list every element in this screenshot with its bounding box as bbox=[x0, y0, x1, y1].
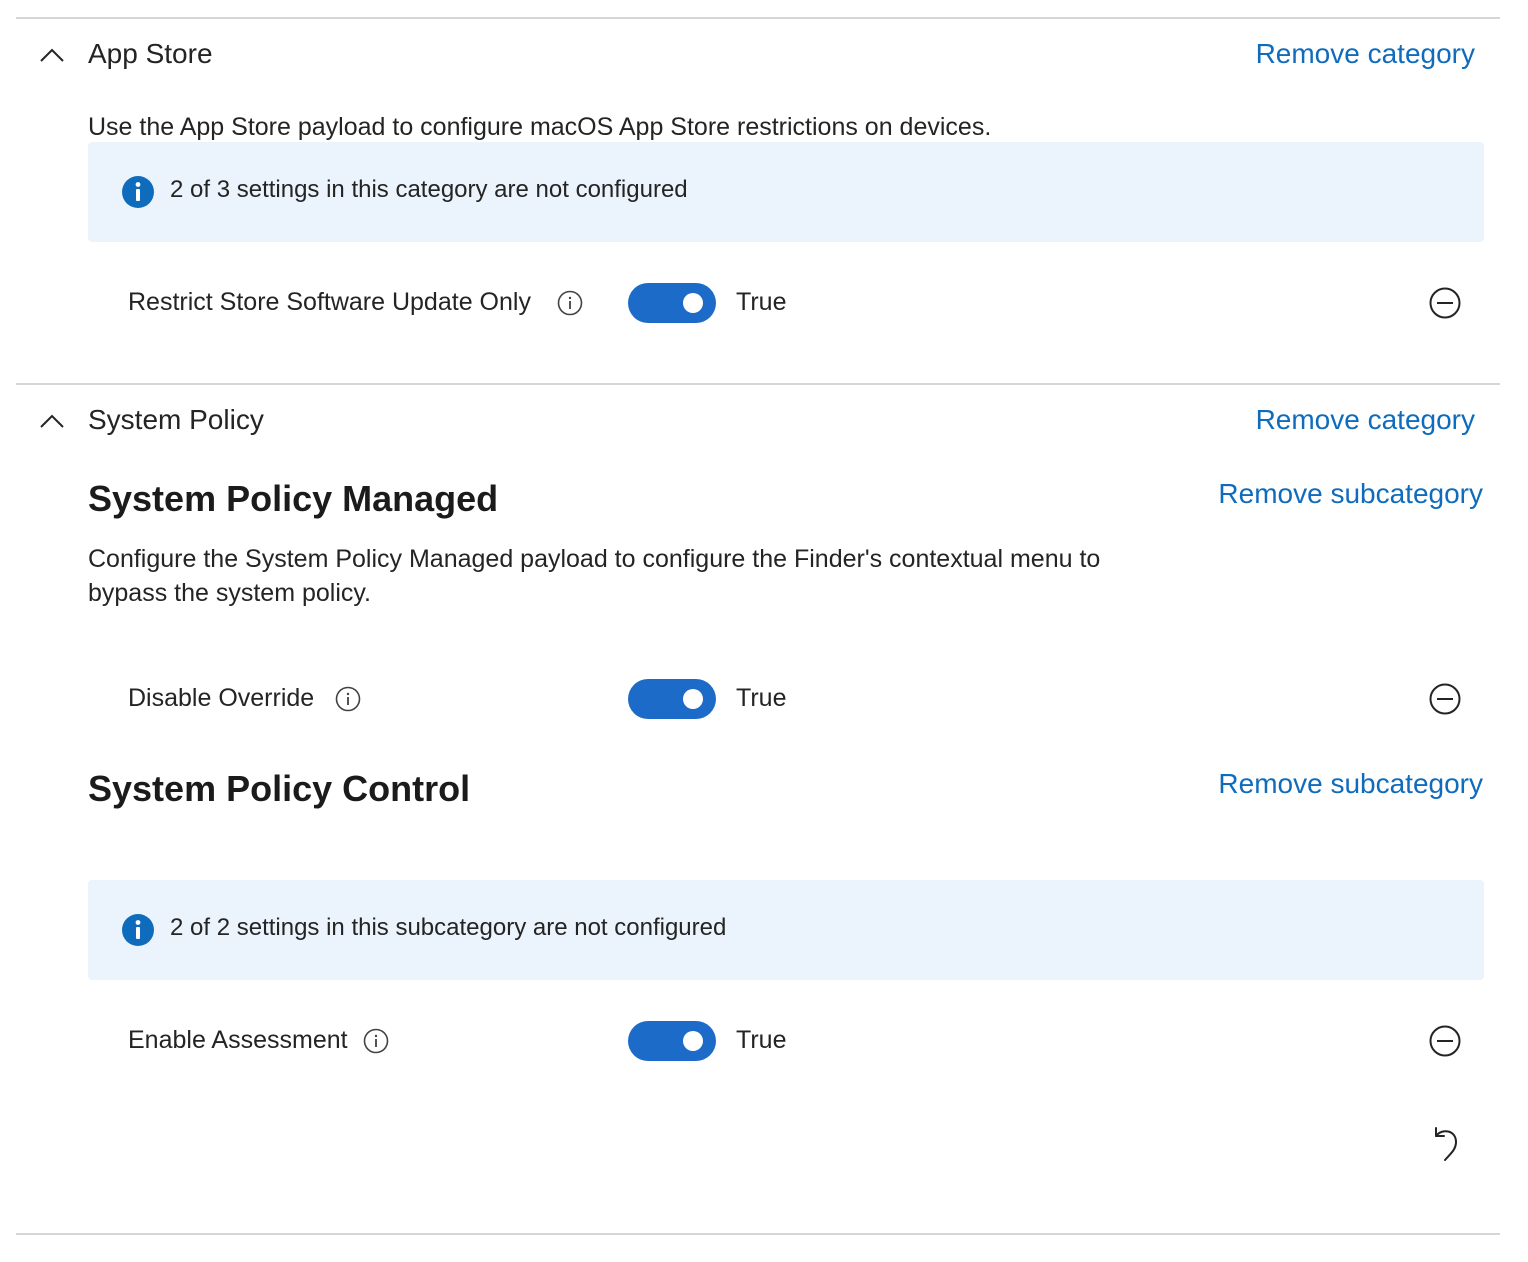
subcategory-description: Configure the System Policy Managed payl… bbox=[88, 545, 1101, 607]
chevron-up-icon[interactable] bbox=[38, 412, 66, 430]
toggle-switch[interactable] bbox=[628, 679, 716, 719]
category-title: App Store bbox=[88, 38, 213, 69]
setting-row-enable-assessment: Enable Assessment True bbox=[0, 1018, 1528, 1068]
remove-subcategory-link[interactable]: Remove subcategory bbox=[1218, 768, 1483, 800]
info-icon bbox=[122, 914, 154, 946]
subcategory-title: System Policy Managed bbox=[88, 478, 499, 519]
toggle-value: True bbox=[736, 684, 787, 712]
info-circle-icon[interactable] bbox=[557, 290, 583, 316]
category-description: Use the App Store payload to configure m… bbox=[88, 113, 992, 141]
remove-category-link[interactable]: Remove category bbox=[1256, 404, 1475, 436]
setting-label: Disable Override bbox=[128, 684, 315, 712]
chevron-up-icon[interactable] bbox=[38, 46, 66, 64]
setting-row-restrict-store-software-update-only: Restrict Store Software Update Only True bbox=[0, 280, 1528, 330]
setting-row-disable-override: Disable Override True bbox=[0, 676, 1528, 726]
undo-icon[interactable] bbox=[1428, 1124, 1462, 1164]
info-circle-icon[interactable] bbox=[363, 1028, 389, 1054]
minus-circle-icon[interactable] bbox=[1428, 682, 1462, 716]
minus-circle-icon[interactable] bbox=[1428, 286, 1462, 320]
info-text: 2 of 3 settings in this category are not… bbox=[170, 176, 688, 203]
toggle-value: True bbox=[736, 288, 787, 316]
setting-label: Restrict Store Software Update Only bbox=[128, 288, 531, 316]
info-icon bbox=[122, 176, 154, 208]
toggle-knob bbox=[683, 689, 703, 709]
remove-subcategory-link[interactable]: Remove subcategory bbox=[1218, 478, 1483, 510]
toggle-knob bbox=[683, 293, 703, 313]
info-bar: 2 of 3 settings in this category are not… bbox=[88, 142, 1484, 242]
section-divider bbox=[16, 17, 1500, 19]
info-circle-icon[interactable] bbox=[335, 686, 361, 712]
section-divider bbox=[16, 1233, 1500, 1235]
info-text: 2 of 2 settings in this subcategory are … bbox=[170, 914, 727, 941]
remove-category-link[interactable]: Remove category bbox=[1256, 38, 1475, 70]
minus-circle-icon[interactable] bbox=[1428, 1024, 1462, 1058]
toggle-switch[interactable] bbox=[628, 1021, 716, 1061]
toggle-knob bbox=[683, 1031, 703, 1051]
toggle-value: True bbox=[736, 1026, 787, 1054]
section-divider bbox=[16, 383, 1500, 385]
toggle-switch[interactable] bbox=[628, 283, 716, 323]
category-title: System Policy bbox=[88, 404, 264, 435]
subcategory-title: System Policy Control bbox=[88, 768, 471, 809]
info-bar: 2 of 2 settings in this subcategory are … bbox=[88, 880, 1484, 980]
setting-label: Enable Assessment bbox=[128, 1026, 348, 1054]
